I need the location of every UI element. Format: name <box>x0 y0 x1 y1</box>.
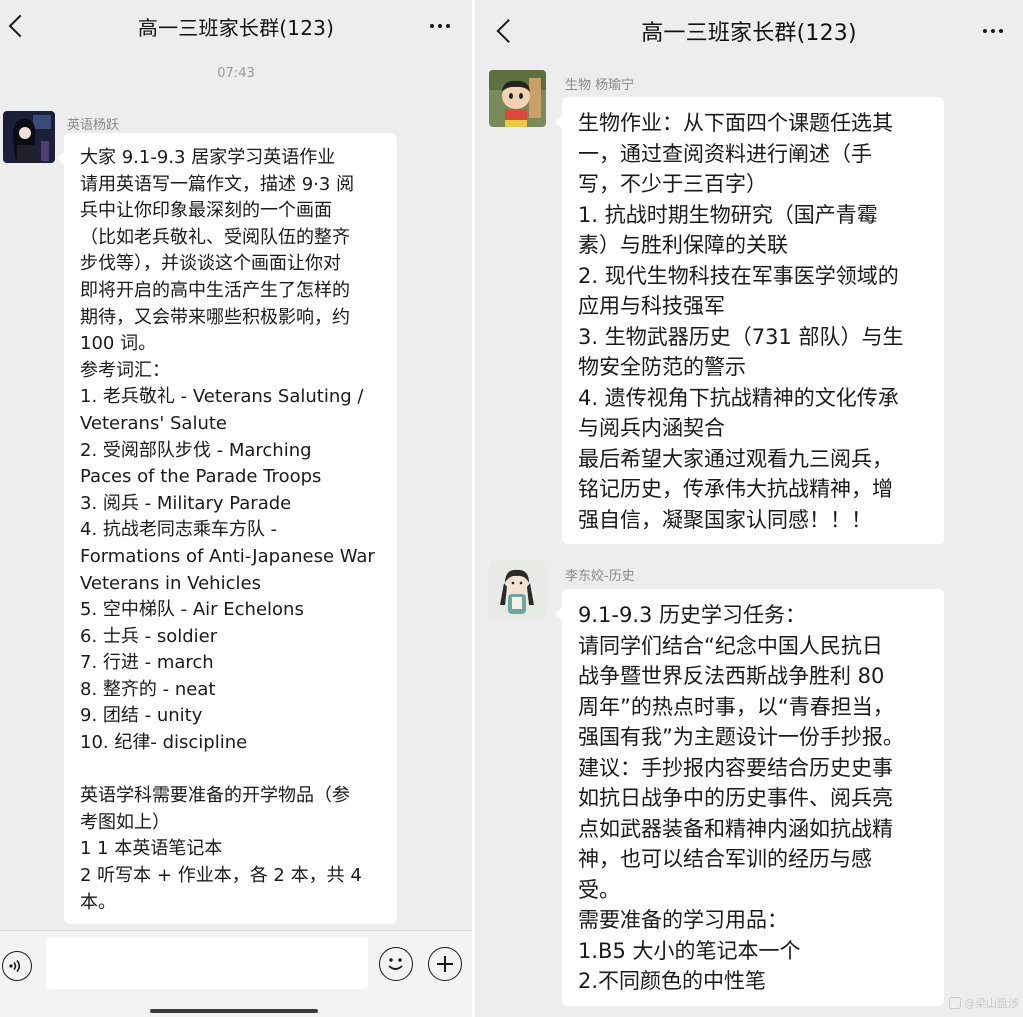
more-options-icon[interactable] <box>983 29 1003 33</box>
message-bubble[interactable]: 大家 9.1-9.3 居家学习英语作业 请用英语写一篇作文，描述 9·3 阅 兵… <box>57 133 397 925</box>
watermark: @梁山盘涉 <box>949 995 1019 1011</box>
sender-name: 李东姣-历史 <box>565 569 635 584</box>
chat-header: 高一三班家长群(123) <box>0 0 472 52</box>
cartoon-boy-avatar[interactable] <box>489 70 546 127</box>
left-chat-screen: 高一三班家长群(123) 07:43 英语杨跃 大家 9.1-9.3 居家学习英… <box>0 0 472 1017</box>
sender-name: 英语杨跃 <box>67 118 120 133</box>
watermark-logo-icon <box>949 997 961 1009</box>
input-bar <box>0 930 472 1017</box>
chat-title: 高一三班家长群(123) <box>137 15 335 40</box>
dark-portrait-avatar[interactable] <box>3 111 55 163</box>
more-options-icon[interactable] <box>430 24 450 28</box>
home-indicator <box>150 1009 318 1013</box>
back-arrow-icon[interactable] <box>496 18 521 44</box>
chat-title: 高一三班家长群(123) <box>641 21 857 46</box>
message-input[interactable] <box>46 937 368 989</box>
message-bubble[interactable]: 9.1-9.3 历史学习任务： 请同学们结合“纪念中国人民抗日 战争暨世界反法西… <box>555 589 944 1006</box>
cartoon-girl-avatar[interactable] <box>489 561 546 618</box>
emoji-icon[interactable] <box>379 947 413 981</box>
chat-header: 高一三班家长群(123) <box>475 0 1023 62</box>
sender-name: 生物 杨瑜宁 <box>565 78 635 93</box>
message-timestamp: 07:43 <box>217 66 255 81</box>
watermark-text: @梁山盘涉 <box>964 997 1019 1010</box>
back-arrow-icon[interactable] <box>8 14 32 38</box>
voice-icon[interactable] <box>2 951 32 981</box>
right-chat-screen: 高一三班家长群(123) 生物 杨瑜宁 生物作业：从下面四个课题任选其 一，通过… <box>475 0 1023 1017</box>
message-bubble[interactable]: 生物作业：从下面四个课题任选其 一，通过查阅资料进行阐述（手 写，不少于三百字）… <box>555 97 944 544</box>
plus-icon[interactable] <box>428 947 462 981</box>
